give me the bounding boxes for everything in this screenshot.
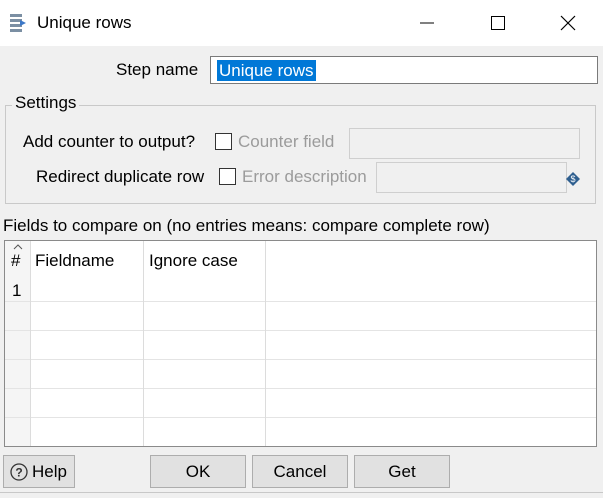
fields-table[interactable]: # Fieldname Ignore case 1 bbox=[4, 240, 597, 447]
help-icon: ? bbox=[10, 463, 28, 481]
redirect-duplicate-checkbox[interactable] bbox=[219, 168, 236, 185]
help-button[interactable]: ? Help bbox=[3, 455, 75, 488]
row-divider bbox=[5, 330, 596, 331]
minimize-icon bbox=[420, 22, 434, 24]
column-header-fieldname[interactable]: Fieldname bbox=[35, 251, 114, 271]
fields-title: Fields to compare on (no entries means: … bbox=[3, 216, 490, 235]
bottom-border bbox=[0, 492, 603, 493]
table-row-number[interactable]: 1 bbox=[12, 281, 21, 301]
svg-text:$: $ bbox=[570, 174, 575, 184]
counter-field-input[interactable] bbox=[349, 128, 580, 159]
row-divider bbox=[5, 417, 596, 418]
column-divider bbox=[30, 241, 31, 446]
settings-group-title: Settings bbox=[12, 93, 80, 113]
step-name-value: Unique rows bbox=[217, 60, 316, 81]
unique-rows-step-icon bbox=[9, 13, 27, 33]
add-counter-checkbox[interactable] bbox=[215, 133, 232, 150]
get-button[interactable]: Get bbox=[354, 455, 450, 488]
variable-diamond-icon[interactable]: $ bbox=[566, 171, 580, 186]
column-header-ignore-case[interactable]: Ignore case bbox=[149, 251, 238, 271]
column-header-number[interactable]: # bbox=[11, 251, 20, 271]
column-divider bbox=[265, 241, 266, 446]
row-divider bbox=[5, 301, 596, 302]
title-bar: Unique rows bbox=[0, 0, 603, 46]
maximize-button[interactable] bbox=[475, 0, 521, 46]
error-description-label: Error description bbox=[242, 167, 367, 186]
svg-text:?: ? bbox=[15, 466, 22, 480]
row-divider bbox=[5, 359, 596, 360]
window-title: Unique rows bbox=[37, 13, 132, 32]
ok-button[interactable]: OK bbox=[150, 455, 246, 488]
close-button[interactable] bbox=[545, 0, 591, 46]
maximize-icon bbox=[491, 16, 505, 30]
minimize-button[interactable] bbox=[404, 0, 450, 46]
help-button-label: Help bbox=[32, 462, 67, 481]
row-divider bbox=[5, 388, 596, 389]
sort-caret-icon bbox=[13, 244, 23, 250]
add-counter-label: Add counter to output? bbox=[23, 132, 196, 151]
step-name-input[interactable]: Unique rows bbox=[210, 56, 598, 84]
error-description-input[interactable] bbox=[376, 162, 567, 193]
cancel-button[interactable]: Cancel bbox=[252, 455, 348, 488]
redirect-duplicate-label: Redirect duplicate row bbox=[36, 167, 205, 186]
counter-field-label: Counter field bbox=[238, 132, 335, 151]
column-divider bbox=[143, 241, 144, 446]
step-name-label: Step name bbox=[116, 60, 199, 79]
close-icon bbox=[560, 15, 576, 31]
